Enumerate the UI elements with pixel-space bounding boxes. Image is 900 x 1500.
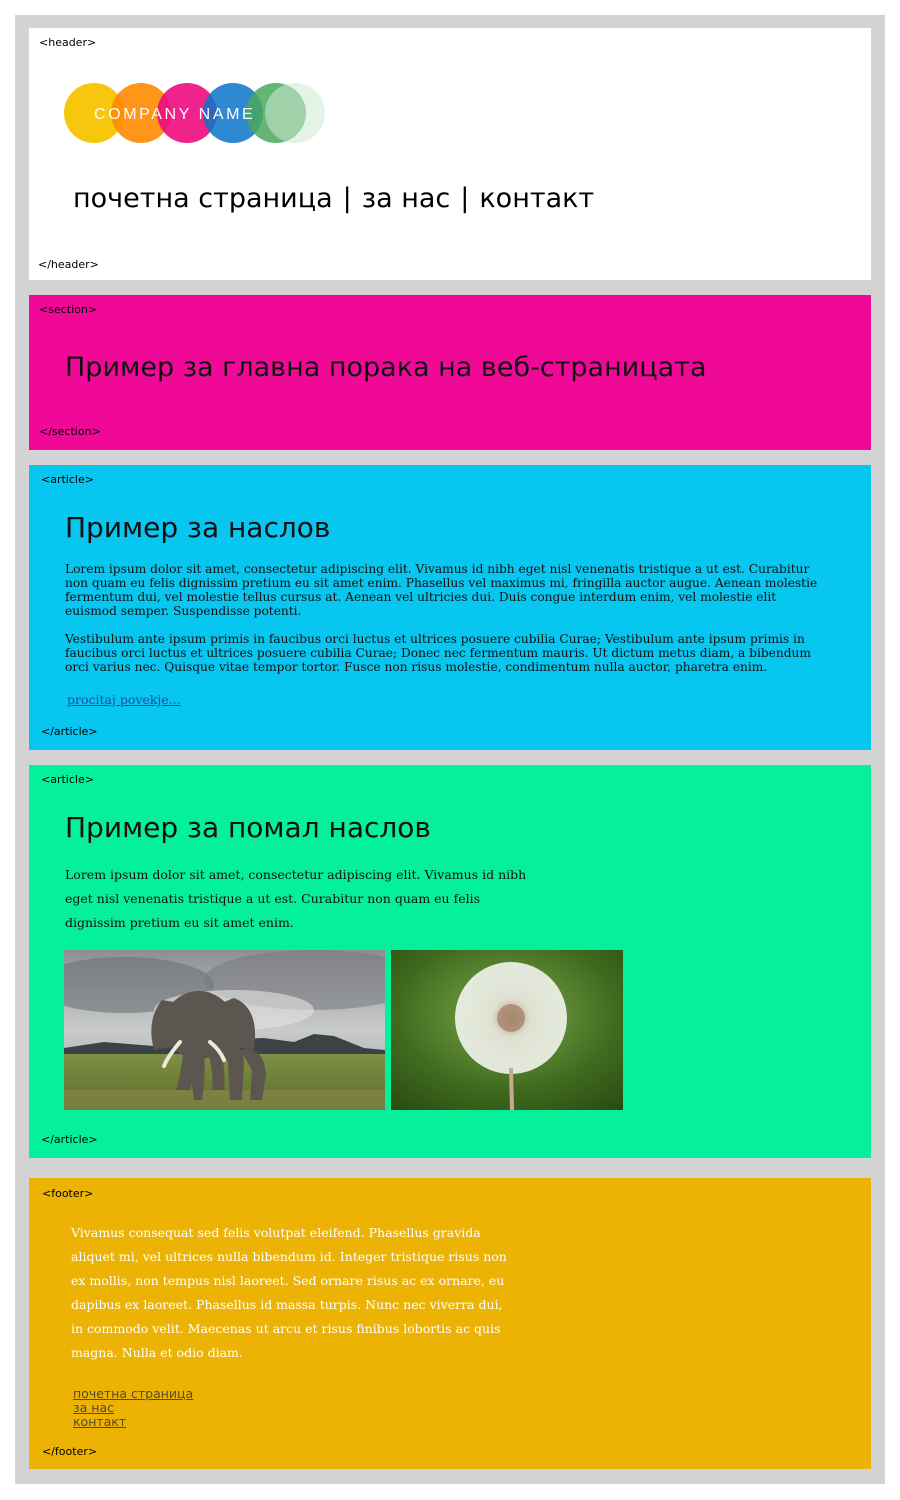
nav-item-about[interactable]: за нас	[362, 183, 451, 214]
logo-text: COMPANY NAME	[94, 106, 255, 123]
article2-open-tag: <article>	[41, 773, 94, 786]
article2-heading: Пример за помал наслов	[65, 811, 431, 844]
footer-open-tag: <footer>	[42, 1187, 94, 1200]
read-more-link[interactable]: procitaj povekje...	[67, 692, 181, 707]
nav-item-home[interactable]: почетна страница	[73, 183, 333, 214]
article2-paragraph: Lorem ipsum dolor sit amet, consectetur …	[65, 867, 527, 930]
dandelion-photo	[391, 950, 623, 1110]
article-block-2: <article> Пример за помал наслов Lorem i…	[29, 765, 871, 1158]
footer-link-about[interactable]: за нас	[73, 1401, 193, 1415]
section-close-tag: </section>	[39, 425, 101, 438]
header-block: <header> COMPANY NAME почетна страница | з…	[29, 28, 871, 280]
article1-paragraph-1: Lorem ipsum dolor sit amet, consectetur …	[65, 562, 818, 618]
footer-text: Vivamus consequat sed felis volutpat ele…	[71, 1225, 507, 1360]
footer-close-tag: </footer>	[42, 1445, 98, 1458]
company-logo[interactable]: COMPANY NAME	[63, 81, 325, 149]
nav-separator: |	[342, 183, 352, 214]
footer-link-home[interactable]: почетна страница	[73, 1387, 193, 1401]
main-nav: почетна страница | за нас | контакт	[73, 183, 594, 214]
footer-block: <footer> Vivamus consequat sed felis vol…	[29, 1178, 871, 1469]
section-block: <section> Пример за главна порака на веб…	[29, 295, 871, 450]
section-open-tag: <section>	[39, 303, 98, 316]
header-close-tag: </header>	[38, 258, 99, 271]
article-block-1: <article> Пример за наслов Lorem ipsum d…	[29, 465, 871, 750]
page-frame: <header> COMPANY NAME почетна страница | з…	[15, 15, 885, 1484]
main-message: Пример за главна порака на веб-страницат…	[65, 352, 707, 383]
article1-open-tag: <article>	[41, 473, 94, 486]
nav-separator: |	[460, 183, 470, 214]
footer-link-contact[interactable]: контакт	[73, 1415, 193, 1429]
article1-paragraph-2: Vestibulum ante ipsum primis in faucibus…	[65, 632, 811, 674]
nav-item-contact[interactable]: контакт	[479, 183, 594, 214]
elephant-photo	[64, 950, 385, 1110]
footer-links: почетна страница за нас контакт	[73, 1387, 193, 1429]
article1-heading: Пример за наслов	[65, 511, 331, 544]
article2-close-tag: </article>	[41, 1133, 98, 1146]
logo-circles-icon: COMPANY NAME	[64, 83, 325, 143]
header-open-tag: <header>	[39, 36, 97, 49]
article1-close-tag: </article>	[41, 725, 98, 738]
